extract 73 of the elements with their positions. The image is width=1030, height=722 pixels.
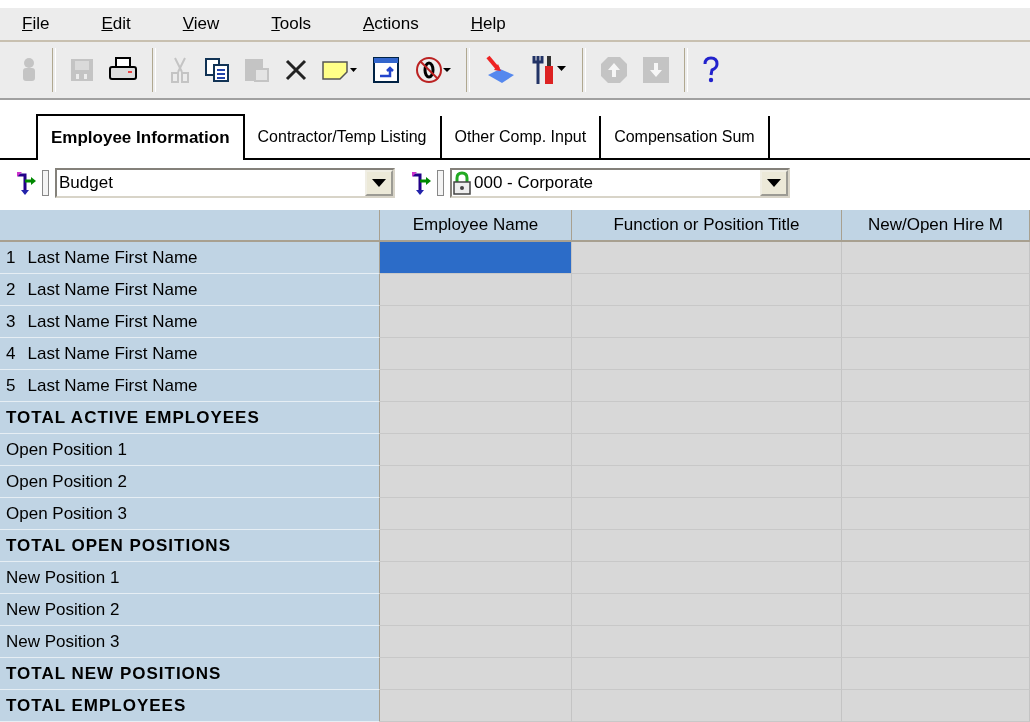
caret-icon bbox=[767, 178, 781, 187]
table-cell[interactable] bbox=[380, 562, 572, 594]
import-icon bbox=[484, 55, 516, 86]
copy-icon bbox=[204, 57, 230, 84]
up-arrow-icon bbox=[600, 56, 628, 85]
row-number: 3 bbox=[6, 311, 16, 332]
drag-grip[interactable] bbox=[42, 169, 49, 196]
transfer-icon bbox=[372, 56, 400, 85]
menu-item[interactable]: File bbox=[22, 14, 50, 35]
table-cell[interactable] bbox=[380, 338, 572, 370]
scissors-icon bbox=[170, 56, 190, 85]
tools-icon bbox=[530, 54, 568, 87]
column-header: Employee Name bbox=[380, 210, 572, 242]
row-header: Open Position 2 bbox=[0, 466, 380, 498]
table-cell[interactable] bbox=[380, 530, 572, 562]
table-cell[interactable] bbox=[842, 242, 1030, 274]
toolbar-button[interactable] bbox=[530, 54, 568, 87]
table-cell[interactable] bbox=[380, 498, 572, 530]
paste-icon bbox=[244, 57, 270, 84]
row-label: Last Name First Name bbox=[27, 247, 198, 268]
menu-item[interactable]: Help bbox=[470, 14, 506, 35]
row-header: New Position 1 bbox=[0, 562, 380, 594]
table-cell[interactable] bbox=[380, 626, 572, 658]
drag-grip[interactable] bbox=[437, 169, 444, 196]
table-cell[interactable] bbox=[380, 274, 572, 306]
tab[interactable]: Employee Information bbox=[36, 113, 245, 160]
row-number: 1 bbox=[6, 247, 16, 268]
table-cell[interactable] bbox=[572, 274, 842, 306]
row-header: Open Position 3 bbox=[0, 498, 380, 530]
menu-item[interactable]: Actions bbox=[362, 14, 419, 35]
row-number: 2 bbox=[6, 279, 16, 300]
table-cell[interactable] bbox=[572, 242, 842, 274]
table-cell[interactable] bbox=[380, 690, 572, 722]
person-icon bbox=[20, 57, 38, 84]
no-zero-icon bbox=[414, 55, 452, 86]
delete-icon bbox=[284, 58, 308, 83]
row-label: Last Name First Name bbox=[27, 311, 198, 332]
table-cell[interactable] bbox=[380, 434, 572, 466]
row-header: TOTAL NEW POSITIONS bbox=[0, 658, 380, 690]
row-number: 4 bbox=[6, 343, 16, 364]
row-number: 5 bbox=[6, 375, 16, 396]
table-cell[interactable] bbox=[380, 466, 572, 498]
row-header: New Position 2 bbox=[0, 594, 380, 626]
row-label: Last Name First Name bbox=[27, 343, 198, 364]
dropdown-button[interactable] bbox=[365, 169, 393, 196]
menu-item[interactable]: Tools bbox=[271, 14, 311, 35]
dropdown[interactable]: Budget bbox=[55, 167, 395, 198]
note-icon bbox=[322, 59, 358, 82]
table-cell[interactable] bbox=[380, 306, 572, 338]
table-cell[interactable] bbox=[380, 594, 572, 626]
table-cell[interactable] bbox=[380, 402, 572, 434]
help-icon bbox=[702, 56, 720, 85]
menu-item[interactable]: View bbox=[182, 14, 220, 35]
column-header: Function or Position Title bbox=[572, 210, 842, 242]
table-cell[interactable] bbox=[380, 658, 572, 690]
menu-item[interactable]: Edit bbox=[101, 14, 131, 35]
lock-icon bbox=[452, 170, 472, 195]
table-cell[interactable] bbox=[380, 242, 572, 274]
column-header: New/Open Hire M bbox=[842, 210, 1030, 242]
hierarchy-arrow-icon bbox=[411, 170, 431, 195]
save-icon bbox=[70, 58, 94, 83]
row-header: TOTAL EMPLOYEES bbox=[0, 690, 380, 722]
table-cell[interactable] bbox=[380, 370, 572, 402]
row-header: TOTAL ACTIVE EMPLOYEES bbox=[0, 402, 380, 434]
row-label: Last Name First Name bbox=[27, 375, 198, 396]
row-label: Last Name First Name bbox=[27, 279, 198, 300]
row-header: New Position 3 bbox=[0, 626, 380, 658]
dropdown-button[interactable] bbox=[760, 169, 788, 196]
hierarchy-arrow-icon bbox=[16, 170, 36, 195]
row-header: Open Position 1 bbox=[0, 434, 380, 466]
caret-icon bbox=[372, 178, 386, 187]
row-header: TOTAL OPEN POSITIONS bbox=[0, 530, 380, 562]
dropdown[interactable]: 000 - Corporate bbox=[450, 167, 790, 198]
